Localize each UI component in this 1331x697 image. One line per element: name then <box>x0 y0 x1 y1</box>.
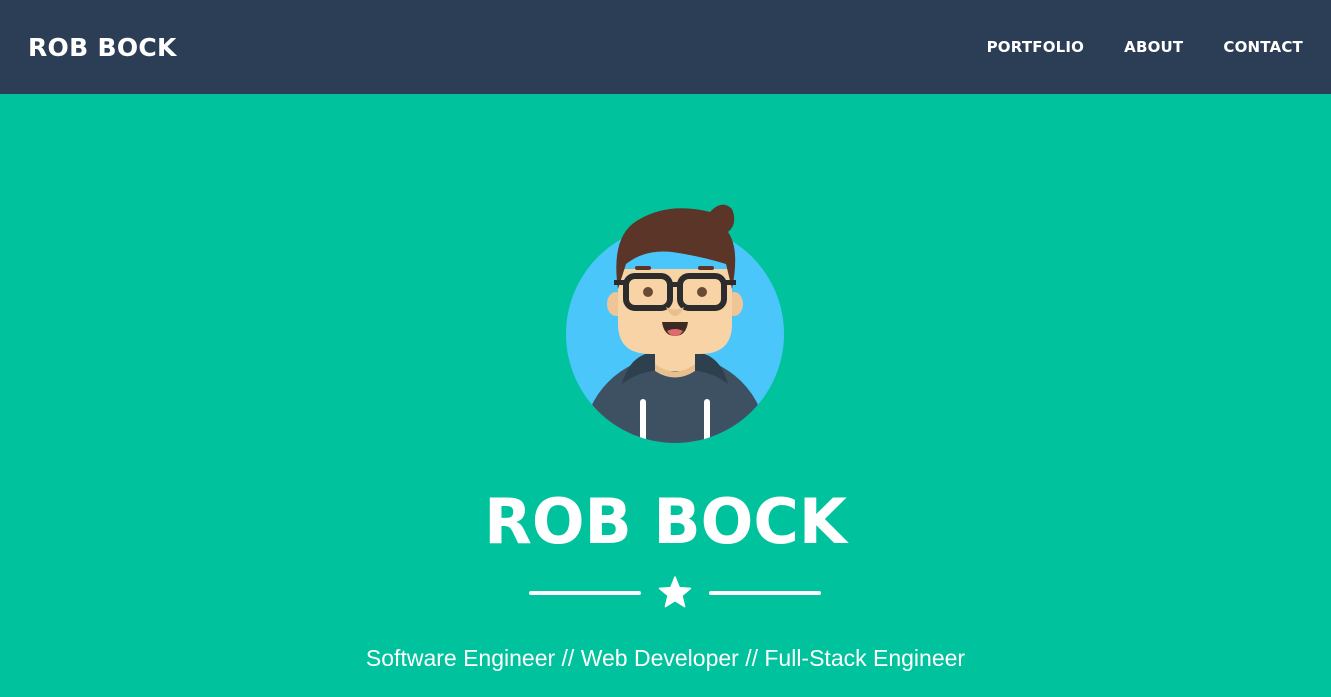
divider-line-right <box>709 591 821 595</box>
brand-logo-link[interactable]: ROB BOCK <box>28 33 177 62</box>
hero-title: ROB BOCK <box>484 485 847 558</box>
divider-line-left <box>529 591 641 595</box>
hero-section: ROB BOCK Software Engineer // Web Develo… <box>0 94 1331 697</box>
developer-avatar-icon <box>566 204 784 443</box>
star-icon <box>658 576 692 608</box>
nav-link-contact[interactable]: CONTACT <box>1223 38 1303 56</box>
top-navbar: ROB BOCK PORTFOLIO ABOUT CONTACT <box>0 0 1331 94</box>
hero-subtitle: Software Engineer // Web Developer // Fu… <box>365 645 966 671</box>
nav-links: PORTFOLIO ABOUT CONTACT <box>987 38 1303 56</box>
star-divider <box>529 576 821 610</box>
nav-link-portfolio[interactable]: PORTFOLIO <box>987 38 1085 56</box>
nav-link-about[interactable]: ABOUT <box>1124 38 1183 56</box>
